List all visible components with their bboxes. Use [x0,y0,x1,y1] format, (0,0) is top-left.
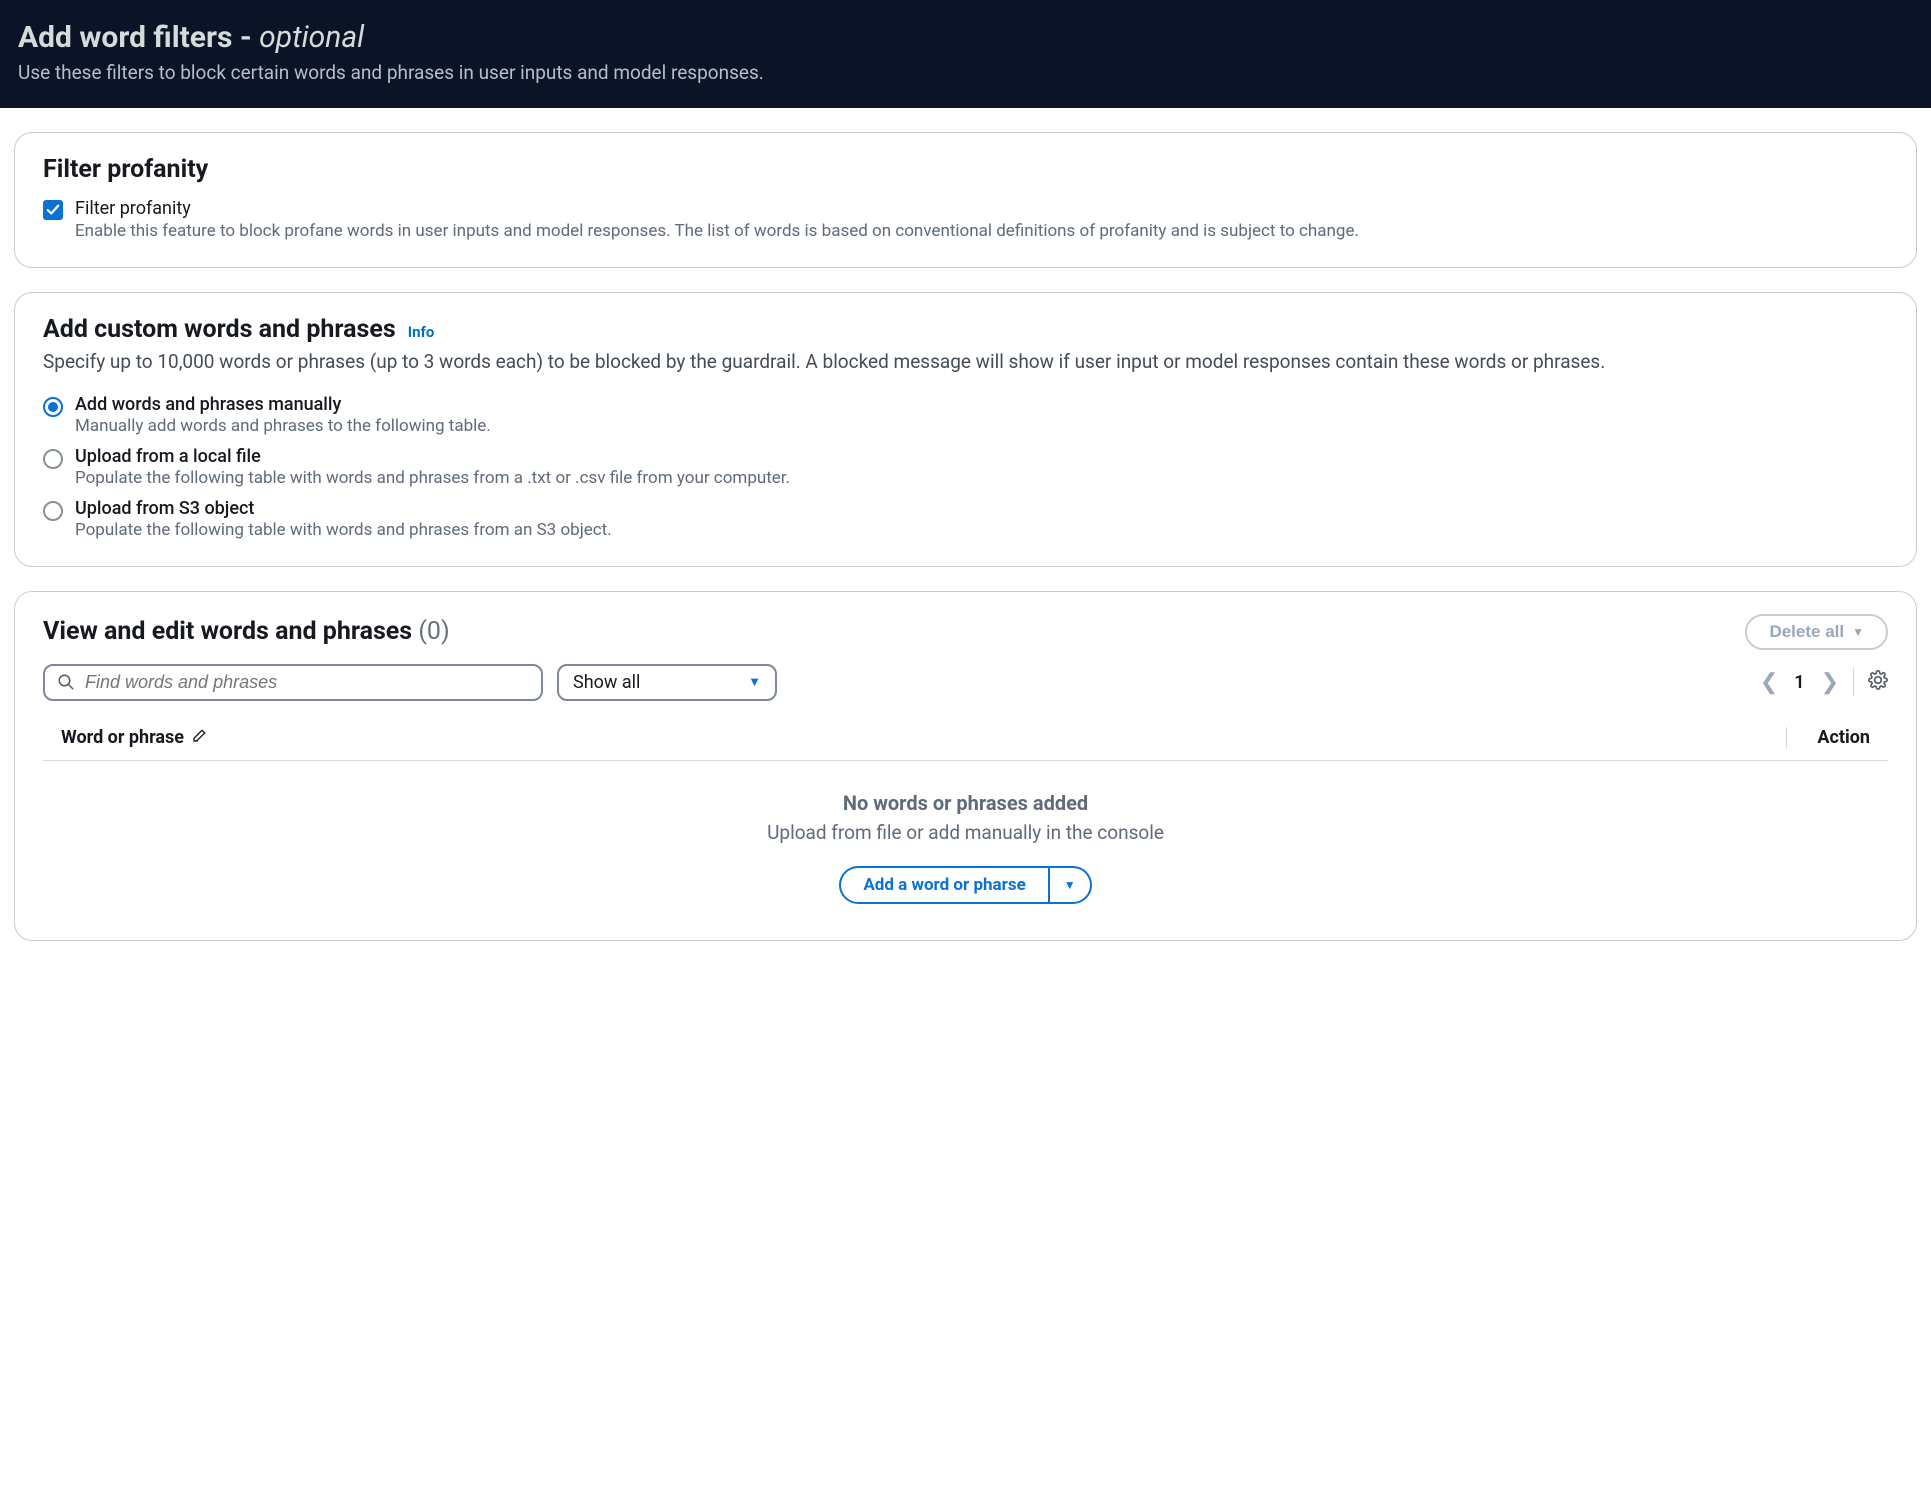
chevron-down-icon: ▼ [1064,878,1076,892]
edit-icon[interactable] [192,727,208,748]
page-title-optional: optional [259,20,364,55]
radio-upload-local[interactable] [43,449,63,469]
page-header: Add word filters - optional Use these fi… [0,0,1931,108]
empty-state-title: No words or phrases added [43,791,1888,815]
search-input[interactable] [85,672,529,693]
radio-upload-s3-label: Upload from S3 object [75,498,612,519]
empty-state-subtitle: Upload from file or add manually in the … [43,821,1888,844]
gear-icon [1868,670,1888,690]
filter-profanity-label: Filter profanity [75,198,1359,219]
view-edit-panel: View and edit words and phrases (0) Dele… [14,591,1917,941]
pagination: ❮ 1 ❯ [1760,670,1839,695]
page-prev-button[interactable]: ❮ [1760,670,1778,695]
radio-upload-s3[interactable] [43,501,63,521]
radio-upload-local-desc: Populate the following table with words … [75,468,790,488]
chevron-down-icon: ▼ [748,674,761,690]
page-number: 1 [1794,672,1804,693]
page-title: Add word filters - optional [18,20,1913,55]
radio-add-manually-desc: Manually add words and phrases to the fo… [75,416,491,436]
radio-add-manually-label: Add words and phrases manually [75,394,491,415]
radio-add-manually[interactable] [43,397,63,417]
chevron-down-icon: ▼ [1852,625,1864,639]
view-edit-count: (0) [418,617,449,646]
add-word-dropdown-button[interactable]: ▼ [1049,866,1092,904]
table-header-row: Word or phrase Action [43,711,1888,761]
search-input-wrapper[interactable] [43,664,543,701]
search-icon [57,673,75,691]
custom-words-title: Add custom words and phrases [43,315,396,344]
input-method-radio-group: Add words and phrases manually Manually … [43,394,1888,540]
add-word-button[interactable]: Add a word or pharse [839,866,1048,904]
page-title-main: Add word filters - [18,20,259,55]
custom-words-desc: Specify up to 10,000 words or phrases (u… [43,348,1888,376]
filter-select-value: Show all [573,672,640,693]
column-action: Action [1786,727,1870,748]
custom-words-panel: Add custom words and phrases Info Specif… [14,292,1917,567]
empty-state: No words or phrases added Upload from fi… [43,761,1888,914]
filter-select[interactable]: Show all ▼ [557,664,777,701]
view-edit-title: View and edit words and phrases (0) [43,617,450,646]
profanity-panel-title: Filter profanity [43,155,1888,184]
view-edit-title-text: View and edit words and phrases [43,617,412,646]
delete-all-button[interactable]: Delete all ▼ [1745,614,1888,650]
info-link[interactable]: Info [408,323,435,341]
add-word-split-button: Add a word or pharse ▼ [839,866,1091,904]
radio-upload-local-label: Upload from a local file [75,446,790,467]
delete-all-label: Delete all [1769,622,1844,642]
check-icon [46,203,60,217]
page-next-button[interactable]: ❯ [1821,670,1839,695]
settings-button[interactable] [1868,670,1888,694]
divider [1853,668,1854,696]
filter-profanity-desc: Enable this feature to block profane wor… [75,221,1359,241]
page-subtitle: Use these filters to block certain words… [18,61,1913,84]
column-word-or-phrase[interactable]: Word or phrase [61,727,184,748]
filter-profanity-checkbox[interactable] [43,200,63,220]
radio-upload-s3-desc: Populate the following table with words … [75,520,612,540]
profanity-panel: Filter profanity Filter profanity Enable… [14,132,1917,268]
